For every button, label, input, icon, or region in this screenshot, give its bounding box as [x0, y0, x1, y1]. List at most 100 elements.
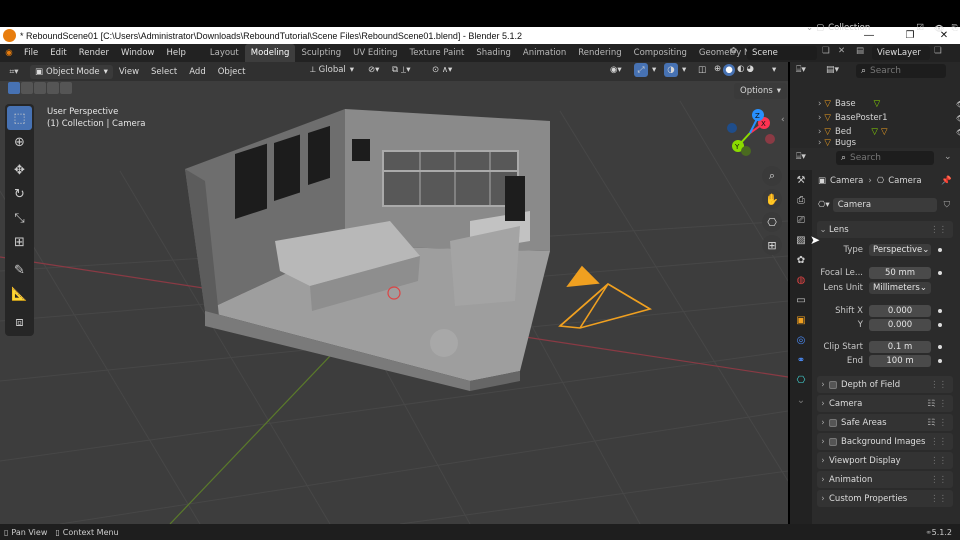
gizmo-menu-icon[interactable]: ▾ — [652, 65, 656, 75]
properties-search[interactable]: ⌕ Search — [836, 151, 934, 165]
camera-icon[interactable]: ⎘ — [952, 23, 958, 33]
clip-start-field[interactable]: 0.1 m — [869, 341, 931, 353]
outliner-collection-row[interactable]: ⌄ ▢ Collection ☑ 👁 ⎘ — [806, 21, 960, 35]
collection-tab-icon[interactable]: ▭ — [790, 290, 812, 310]
editor-type-icon[interactable]: ⌗▾ — [0, 67, 28, 77]
render-tab-icon[interactable]: ⎙ — [790, 190, 812, 210]
filter-display-icon[interactable]: ▤▾ — [826, 65, 839, 75]
select-box-tool-icon[interactable]: ⬚ — [7, 106, 32, 130]
annotate-tool-icon[interactable]: ✎ — [5, 258, 34, 282]
drag-handle-icon[interactable]: ⋮⋮ — [930, 418, 947, 428]
keyframe-dot-icon[interactable] — [938, 271, 942, 275]
menu-view[interactable]: View — [113, 67, 145, 77]
constraints-tab-icon[interactable]: ⚭ — [790, 350, 812, 370]
measure-tool-icon[interactable]: 📐 — [5, 282, 34, 306]
drag-handle-icon[interactable]: ⋮⋮ — [930, 475, 947, 485]
shading-menu-icon[interactable]: ▾ — [772, 65, 776, 75]
tab-shading[interactable]: Shading — [470, 44, 517, 62]
depth-of-field-panel[interactable]: › Depth of Field ⋮⋮ — [817, 376, 953, 393]
menu-render[interactable]: Render — [73, 48, 115, 58]
keyframe-dot-icon[interactable] — [938, 309, 942, 313]
drag-handle-icon[interactable]: ⋮⋮ — [930, 456, 947, 466]
animation-panel[interactable]: › Animation ⋮⋮ — [817, 471, 953, 488]
gizmo-toggle-icon[interactable]: ⤢ — [634, 63, 648, 77]
focal-length-field[interactable]: 50 mm — [869, 267, 931, 279]
scene-selector[interactable]: Scene — [747, 46, 817, 60]
proportional-edit-icon[interactable]: ⊙ ∧▾ — [432, 65, 452, 75]
eye-icon[interactable]: 👁 — [956, 100, 960, 109]
keyframe-dot-icon[interactable] — [938, 345, 942, 349]
menu-edit[interactable]: Edit — [44, 48, 72, 58]
tool-tab-icon[interactable]: ⚒ — [790, 170, 812, 190]
background-images-checkbox[interactable] — [829, 437, 837, 446]
select-extend-icon[interactable] — [21, 82, 33, 94]
3d-viewport[interactable]: X Y Z User Perspective (1) Collection | … — [0, 81, 788, 524]
outliner-search[interactable]: ⌕ Search — [856, 64, 946, 78]
solid-shading-icon[interactable]: ● — [723, 64, 736, 76]
scene-tab-icon[interactable]: ✿ — [790, 250, 812, 270]
object-tab-icon[interactable]: ▣ — [790, 310, 812, 330]
select-invert-icon[interactable] — [47, 82, 59, 94]
tab-animation[interactable]: Animation — [517, 44, 572, 62]
menu-add[interactable]: Add — [183, 67, 211, 77]
shift-y-field[interactable]: 0.000 — [869, 319, 931, 331]
tab-modeling[interactable]: Modeling — [244, 44, 296, 62]
physics-tab-icon[interactable]: ◎ — [790, 330, 812, 350]
keyframe-dot-icon[interactable] — [938, 359, 942, 363]
chevron-down-icon[interactable]: ⌄ — [944, 152, 952, 162]
world-tab-icon[interactable]: ◍ — [790, 270, 812, 290]
tab-texture-paint[interactable]: Texture Paint — [404, 44, 471, 62]
lens-type-dropdown[interactable]: Perspective ⌄ — [869, 244, 931, 256]
snap-icon[interactable]: ⧉ ⟂▾ — [392, 65, 411, 75]
rendered-shading-icon[interactable]: ◕ — [747, 64, 754, 76]
lens-unit-dropdown[interactable]: Millimeters ⌄ — [869, 282, 931, 294]
camera-view-icon[interactable]: ⎔ — [762, 212, 782, 232]
outliner-row-bed[interactable]: › ▽ Bed ▽ ▽ 👁 ⎘ — [818, 125, 960, 139]
viewport-display-panel[interactable]: › Viewport Display ⋮⋮ — [817, 452, 953, 469]
navigation-gizmo[interactable]: X Y Z — [727, 109, 775, 156]
cursor-tool-icon[interactable]: ⊕ — [5, 130, 34, 154]
clip-end-field[interactable]: 100 m — [869, 355, 931, 367]
new-view-layer-icon[interactable]: ❏ — [934, 46, 942, 56]
select-intersect-icon[interactable] — [60, 82, 72, 94]
eye-icon[interactable]: 👁 — [934, 24, 944, 33]
depth-of-field-checkbox[interactable] — [829, 380, 837, 389]
safe-areas-panel[interactable]: › Safe Areas ☷ ⋮⋮ — [817, 414, 953, 431]
visibility-icon[interactable]: ◉▾ — [610, 65, 622, 75]
output-tab-icon[interactable]: ⎚ — [790, 210, 812, 230]
custom-properties-panel[interactable]: › Custom Properties ⋮⋮ — [817, 490, 953, 507]
orientation-selector[interactable]: ⟂ Global ▾ — [310, 65, 354, 75]
tab-sculpting[interactable]: Sculpting — [295, 44, 347, 62]
background-images-panel[interactable]: › Background Images ⋮⋮ — [817, 433, 953, 450]
outliner-row-baseposter1[interactable]: › ▽ BasePoster1 👁 ⎘ — [818, 111, 960, 125]
outliner-row-bugs[interactable]: › ▽ Bugs — [818, 139, 960, 147]
material-shading-icon[interactable]: ◐ — [737, 64, 744, 76]
xray-icon[interactable]: ◫ — [698, 65, 706, 75]
drag-handle-icon[interactable]: ⋮⋮ — [930, 380, 947, 390]
transform-tool-icon[interactable]: ⊞ — [5, 230, 34, 254]
tab-uv-editing[interactable]: UV Editing — [347, 44, 403, 62]
options-dropdown[interactable]: Options ▾ — [734, 83, 788, 99]
keyframe-dot-icon[interactable] — [938, 248, 942, 252]
drag-handle-icon[interactable]: ⋮⋮ — [930, 225, 947, 235]
new-scene-icon[interactable]: ❏ — [822, 46, 830, 56]
camera-panel[interactable]: › Camera ☷ ⋮⋮ — [817, 395, 953, 412]
mode-selector[interactable]: ▣ Object Mode ▾ — [30, 64, 113, 79]
properties-editor-icon[interactable]: ⌸▾ — [796, 152, 806, 162]
eye-icon[interactable]: 👁 — [956, 128, 960, 137]
sidebar-toggle-icon[interactable]: ‹ — [781, 115, 785, 125]
lens-panel-header[interactable]: ⌄ Lens ⋮⋮ — [817, 221, 953, 238]
fake-user-shield-icon[interactable]: ⛉ — [944, 200, 950, 210]
drag-handle-icon[interactable]: ⋮⋮ — [930, 399, 947, 409]
camera-object[interactable] — [558, 265, 653, 329]
view-layer-selector[interactable]: ViewLayer — [872, 46, 930, 60]
tab-rendering[interactable]: Rendering — [572, 44, 627, 62]
rotate-tool-icon[interactable]: ↻ — [5, 182, 34, 206]
drag-handle-icon[interactable]: ⋮⋮ — [930, 494, 947, 504]
keyframe-dot-icon[interactable] — [938, 323, 942, 327]
pin-icon[interactable]: 📌 — [941, 176, 952, 186]
outliner-editor-icon[interactable]: ⌸▾ — [796, 65, 806, 75]
delete-scene-icon[interactable]: ✕ — [838, 46, 845, 56]
outliner-row-base[interactable]: › ▽ Base ▽ 👁 ⎘ — [818, 97, 960, 111]
overlay-menu-icon[interactable]: ▾ — [682, 65, 686, 75]
